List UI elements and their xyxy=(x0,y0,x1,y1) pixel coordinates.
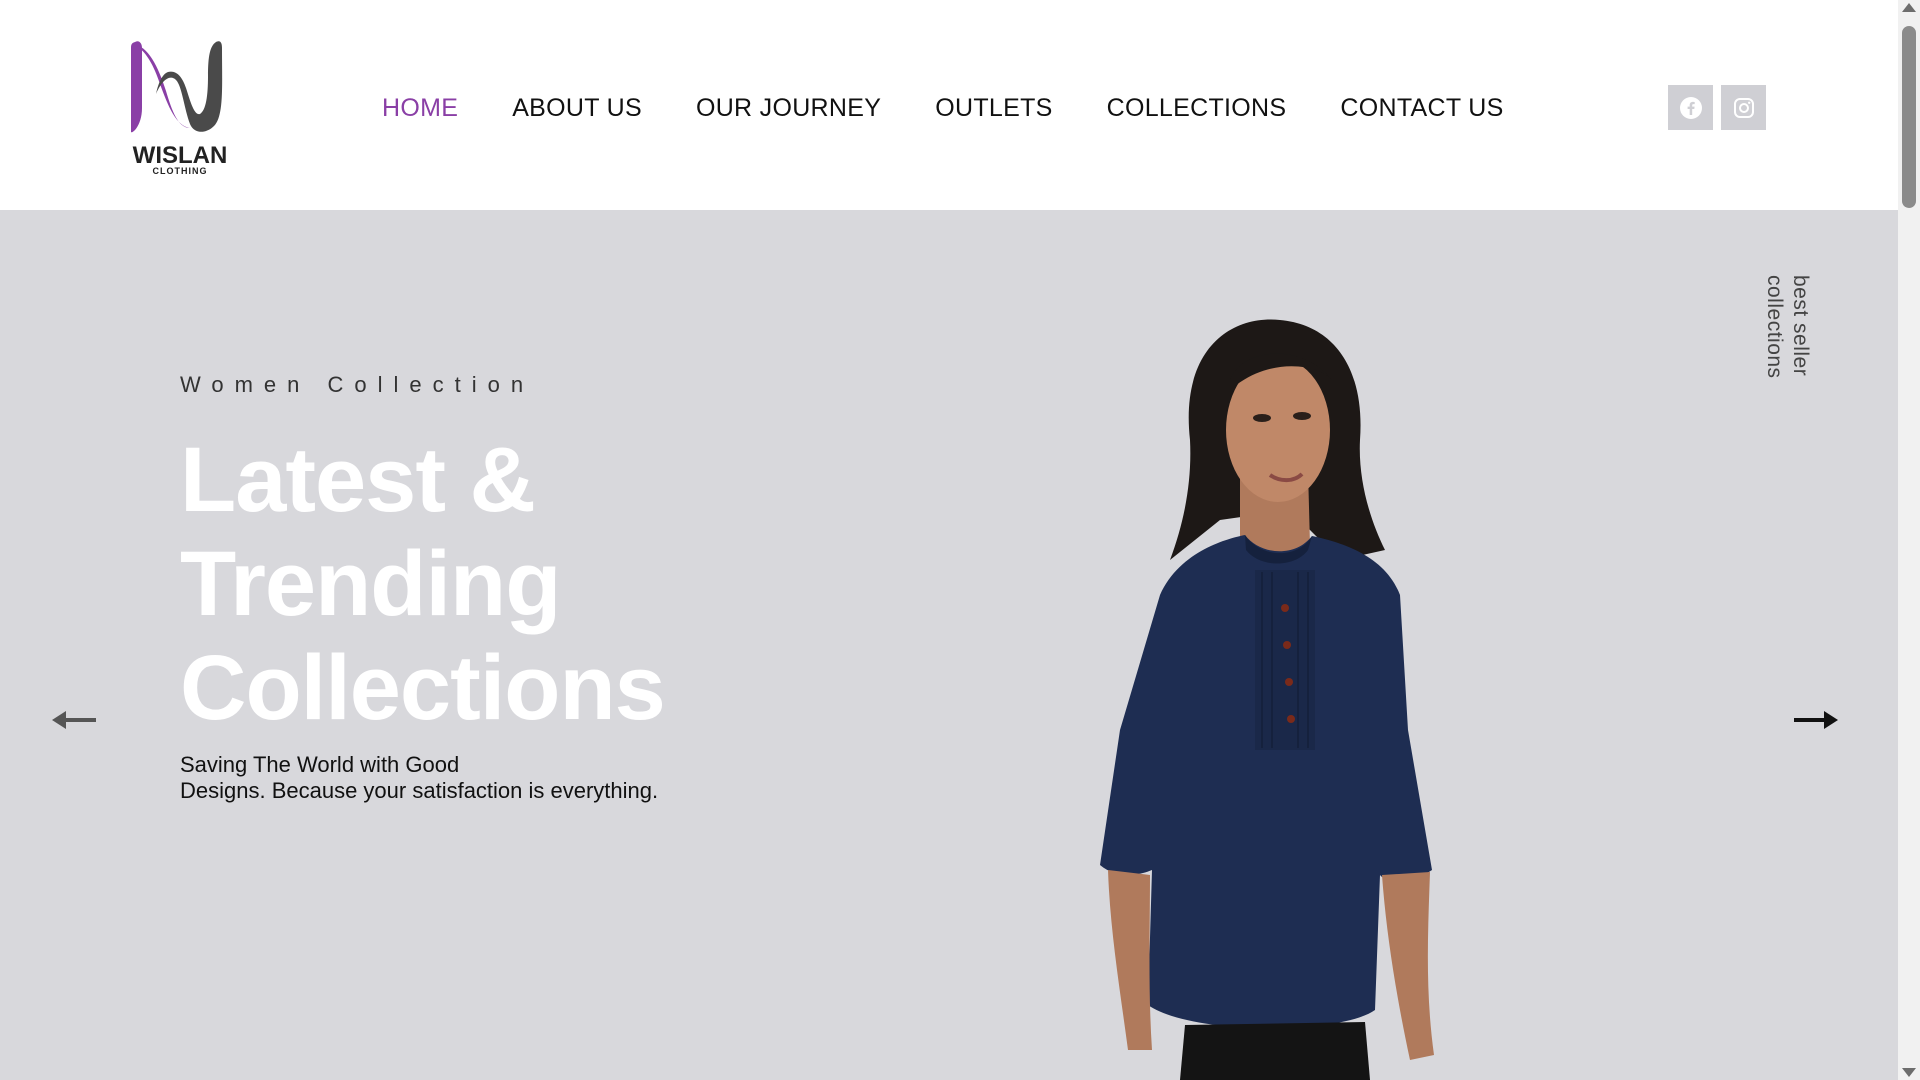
main-nav: HOME ABOUT US OUR JOURNEY OUTLETS COLLEC… xyxy=(382,88,1558,128)
brand-logo[interactable]: WISLAN CLOTHING xyxy=(128,36,232,180)
tagline-line-1: Saving The World with Good xyxy=(180,752,460,777)
page: WISLAN CLOTHING HOME ABOUT US OUR JOURNE… xyxy=(0,0,1898,1080)
hero-model-image xyxy=(1100,319,1434,1080)
hero-eyebrow: Women Collection xyxy=(180,372,535,397)
brand-subtitle: CLOTHING xyxy=(152,166,208,176)
side-label-line-2: collections xyxy=(1763,275,1786,379)
slider-prev-button[interactable] xyxy=(50,705,100,735)
facebook-icon xyxy=(1679,96,1702,119)
facebook-button[interactable] xyxy=(1668,85,1713,130)
nav-about-us[interactable]: ABOUT US xyxy=(512,88,642,128)
nav-outlets[interactable]: OUTLETS xyxy=(935,88,1052,128)
tagline-line-2: Designs. Because your satisfaction is ev… xyxy=(180,778,659,803)
scroll-down-arrow-icon[interactable] xyxy=(1902,1068,1916,1077)
brand-name: WISLAN xyxy=(132,142,228,169)
nav-collections[interactable]: COLLECTIONS xyxy=(1107,88,1287,128)
logo-mark xyxy=(131,41,223,133)
hero-headline: Latest & Trending Collections xyxy=(180,428,666,740)
nav-contact-us[interactable]: CONTACT US xyxy=(1340,88,1503,128)
headline-line-3: Collections xyxy=(180,637,666,739)
arrow-left-icon xyxy=(52,711,96,729)
instagram-icon xyxy=(1733,97,1754,118)
nav-our-journey[interactable]: OUR JOURNEY xyxy=(696,88,881,128)
arrow-right-icon xyxy=(1794,711,1838,729)
scroll-up-arrow-icon[interactable] xyxy=(1902,3,1916,12)
hero-slider: Women Collection Latest & Trending Colle… xyxy=(0,210,1898,1080)
slider-next-button[interactable] xyxy=(1790,705,1840,735)
social-links xyxy=(1668,85,1766,130)
scroll-thumb[interactable] xyxy=(1902,26,1916,208)
hero-tagline: Saving The World with Good Designs. Beca… xyxy=(180,752,658,804)
nav-home[interactable]: HOME xyxy=(382,88,458,128)
site-header: WISLAN CLOTHING HOME ABOUT US OUR JOURNE… xyxy=(0,0,1898,210)
headline-line-1: Latest & xyxy=(180,429,536,531)
best-seller-label[interactable]: best seller collections xyxy=(1758,275,1818,415)
instagram-button[interactable] xyxy=(1721,85,1766,130)
side-label-line-1: best seller xyxy=(1789,275,1812,377)
headline-line-2: Trending xyxy=(180,533,561,635)
page-scrollbar[interactable] xyxy=(1898,0,1920,1080)
